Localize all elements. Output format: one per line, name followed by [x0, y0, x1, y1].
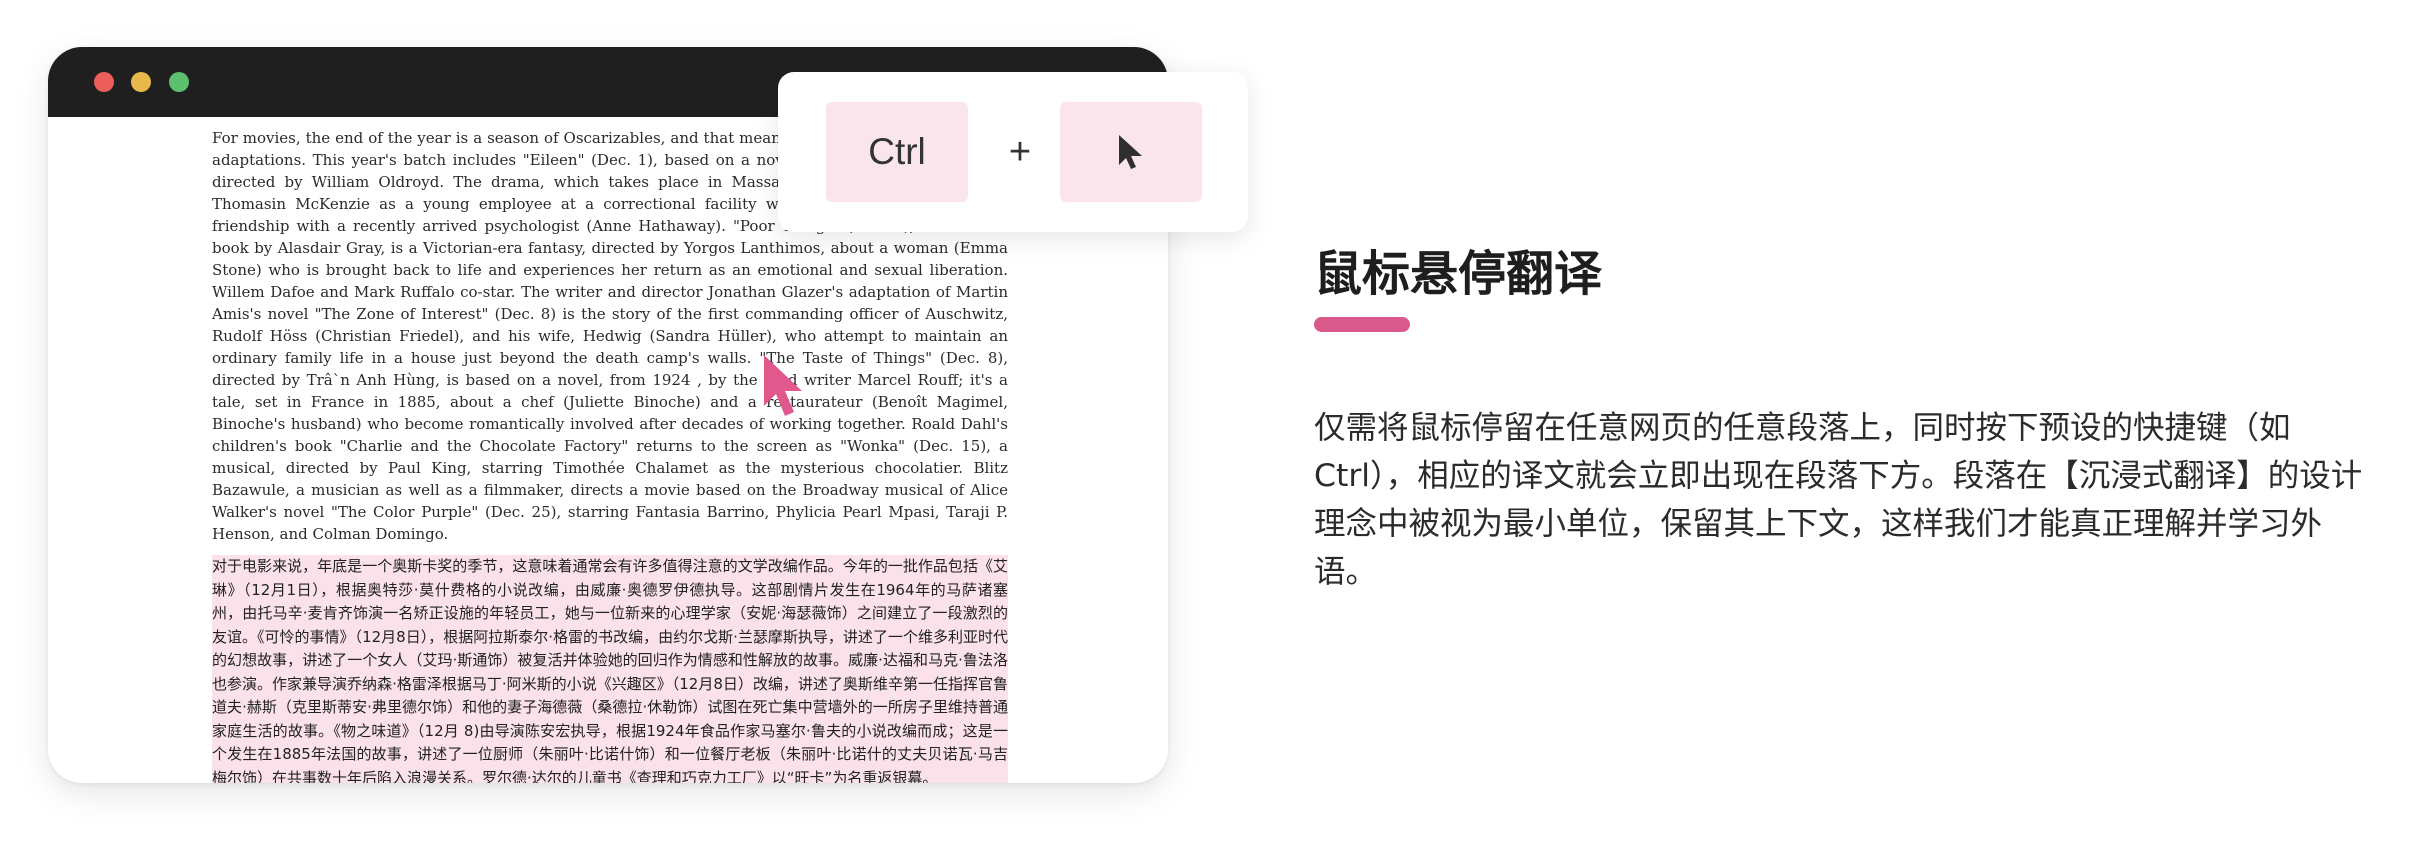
mouse-pointer-icon — [1119, 135, 1142, 169]
translated-paragraph: 对于电影来说，年底是一个奥斯卡奖的季节，这意味着通常会有许多值得注意的文学改编作… — [212, 555, 1008, 783]
mouse-cursor-icon — [764, 355, 802, 416]
minimize-window-dot[interactable] — [131, 72, 151, 92]
mouse-key — [1060, 102, 1202, 202]
plus-sign: + — [1008, 130, 1032, 173]
ctrl-key: Ctrl — [826, 102, 968, 202]
ctrl-key-label: Ctrl — [868, 131, 926, 172]
title-underline — [1314, 317, 1410, 332]
maximize-window-dot[interactable] — [169, 72, 189, 92]
shortcut-card: Ctrl + — [778, 72, 1248, 232]
feature-description: 仅需将鼠标停留在任意网页的任意段落上，同时按下预设的快捷键（如Ctrl），相应的… — [1314, 410, 2363, 590]
close-window-dot[interactable] — [94, 72, 114, 92]
feature-title: 鼠标悬停翻译 — [1314, 246, 1603, 302]
